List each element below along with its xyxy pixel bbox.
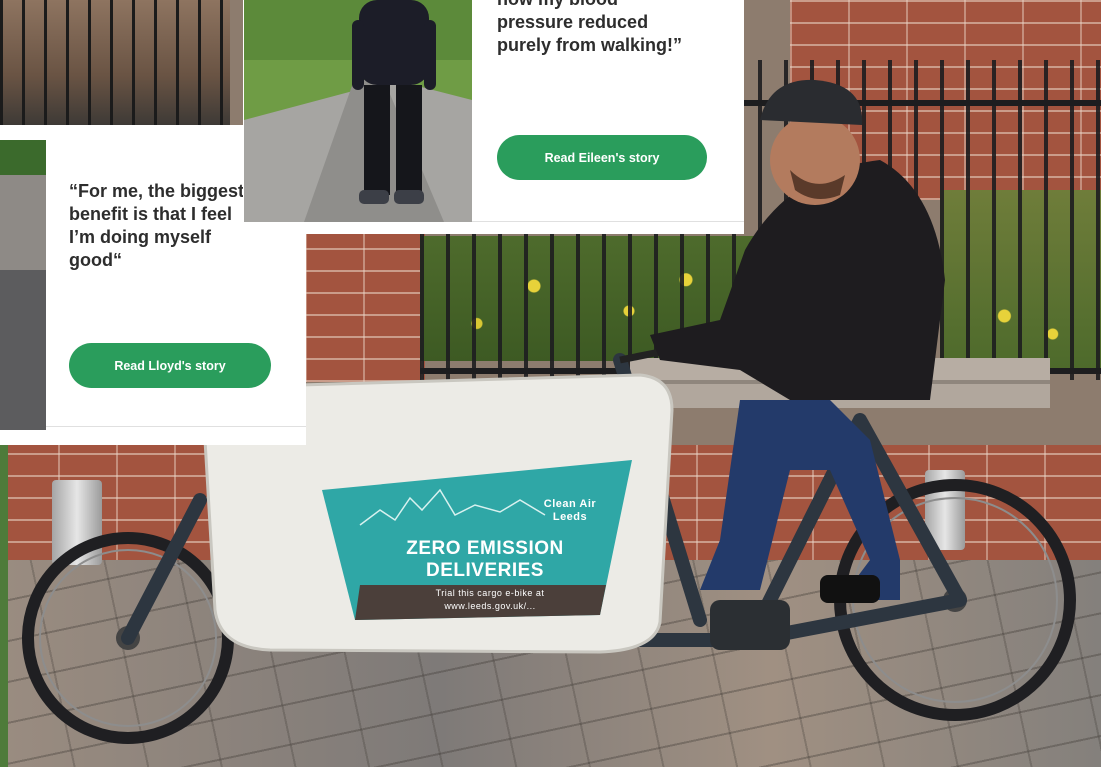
lloyd-card-base (0, 430, 306, 445)
eileen-figure (244, 0, 472, 222)
panel-brand: Clean Air Leeds (543, 498, 597, 523)
rider-helmet (760, 79, 863, 125)
read-eileen-story-button[interactable]: Read Eileen's story (497, 135, 707, 180)
lloyd-quote: “For me, the biggest benefit is that I f… (69, 181, 245, 270)
story-card-eileen: how my blood pressure reduced purely fro… (243, 0, 744, 234)
lloyd-side-photo (0, 140, 46, 430)
motor-housing (710, 600, 790, 650)
lloyd-photo-margin (0, 125, 245, 140)
panel-headline-line1: ZERO EMISSION (406, 538, 564, 559)
rider-shoe (820, 575, 880, 603)
lloyd-top-photo (0, 0, 230, 125)
lloyd-card-divider (46, 426, 306, 427)
read-lloyd-story-button[interactable]: Read Lloyd's story (69, 343, 271, 388)
eileen-quote: how my blood pressure reduced purely fro… (497, 0, 683, 55)
panel-footer-line1: Trial this cargo e-bike at (435, 588, 545, 598)
eileen-card-divider (472, 221, 744, 222)
panel-headline-line2: DELIVERIES (426, 560, 544, 581)
panel-footer-line2: www.leeds.gov.uk/... (444, 601, 536, 611)
eileen-photo (244, 0, 472, 222)
